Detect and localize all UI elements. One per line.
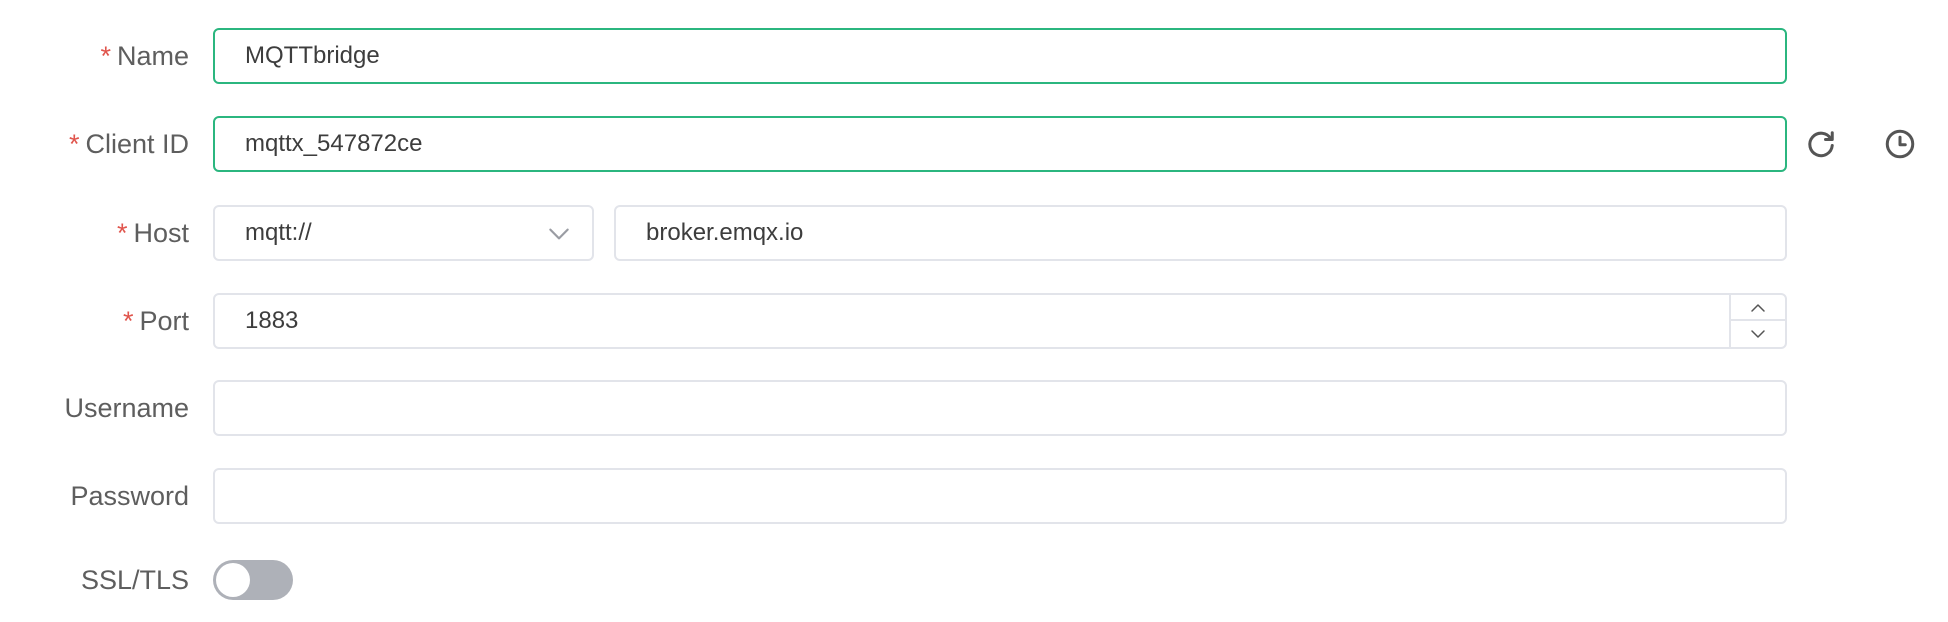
port-label-text: Port <box>139 306 189 336</box>
name-label: * Name <box>100 28 189 84</box>
clock-icon[interactable] <box>1882 126 1918 162</box>
password-row: Password <box>0 468 1948 526</box>
host-label-text: Host <box>133 218 189 248</box>
protocol-value: mqtt:// <box>245 219 312 246</box>
username-label: Username <box>64 393 189 423</box>
required-mark: * <box>68 129 80 159</box>
password-field[interactable] <box>245 470 1755 522</box>
ssl-tls-toggle[interactable] <box>213 560 293 600</box>
ssl-tls-row: SSL/TLS <box>0 556 1948 614</box>
username-row: Username <box>0 380 1948 438</box>
protocol-select[interactable]: mqtt:// <box>213 205 594 261</box>
decrement-button[interactable] <box>1731 321 1785 347</box>
toggle-knob <box>216 563 250 597</box>
host-label: * Host <box>117 205 189 261</box>
host-value: broker.emqx.io <box>646 219 804 246</box>
ssl-tls-label: SSL/TLS <box>80 565 189 595</box>
name-row: * Name MQTTbridge <box>0 28 1948 86</box>
password-input[interactable] <box>213 468 1787 524</box>
password-label: Password <box>70 481 189 511</box>
port-row: * Port 1883 <box>0 293 1948 351</box>
client-id-row: * Client ID mqttx_547872ce <box>0 116 1948 174</box>
username-input[interactable] <box>213 380 1787 436</box>
port-stepper <box>1729 295 1785 347</box>
chevron-down-icon <box>549 228 569 240</box>
refresh-icon[interactable] <box>1803 126 1839 162</box>
required-mark: * <box>122 306 134 336</box>
username-field[interactable] <box>245 382 1755 434</box>
client-id-label: * Client ID <box>69 116 189 172</box>
name-label-text: Name <box>116 41 189 71</box>
port-value: 1883 <box>245 307 299 334</box>
client-id-label-text: Client ID <box>85 129 189 159</box>
host-row: * Host mqtt:// broker.emqx.io <box>0 205 1948 263</box>
required-mark: * <box>116 218 128 248</box>
port-label: * Port <box>123 293 189 349</box>
chevron-up-icon <box>1751 304 1765 312</box>
increment-button[interactable] <box>1731 295 1785 321</box>
port-input[interactable]: 1883 <box>213 293 1787 349</box>
client-id-value: mqttx_547872ce <box>245 130 423 157</box>
required-mark: * <box>100 41 111 71</box>
host-input[interactable]: broker.emqx.io <box>614 205 1787 261</box>
name-value: MQTTbridge <box>245 42 380 69</box>
name-input[interactable]: MQTTbridge <box>213 28 1787 84</box>
chevron-down-icon <box>1751 330 1765 338</box>
client-id-input[interactable]: mqttx_547872ce <box>213 116 1787 172</box>
